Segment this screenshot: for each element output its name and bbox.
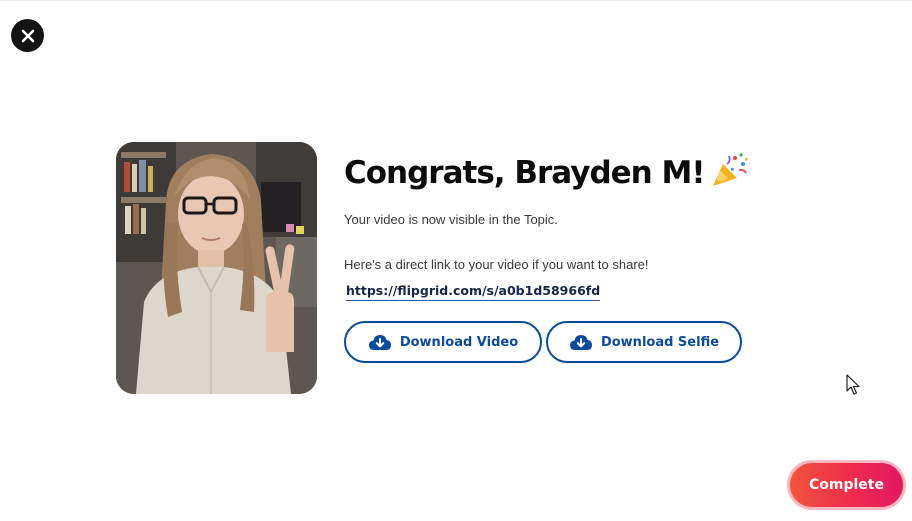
- congrats-screen: Congrats, Brayden M! Your video is now v…: [0, 0, 912, 521]
- congrats-heading: Congrats, Brayden M!: [344, 153, 749, 191]
- close-icon: [21, 29, 34, 42]
- selfie-thumbnail: [116, 142, 317, 394]
- top-divider: [0, 0, 912, 1]
- close-button[interactable]: [11, 19, 44, 52]
- share-link[interactable]: https://flipgrid.com/s/a0b1d58966fd: [346, 283, 601, 301]
- cloud-download-icon: [569, 334, 592, 350]
- mouse-cursor-icon: [846, 374, 860, 395]
- download-video-button[interactable]: Download Video: [344, 321, 542, 363]
- visibility-status: Your video is now visible in the Topic.: [344, 212, 558, 227]
- complete-button[interactable]: Complete: [787, 460, 906, 510]
- download-video-label: Download Video: [399, 334, 519, 350]
- party-popper-icon: [712, 153, 748, 186]
- page-title: Congrats, Brayden M!: [344, 155, 706, 191]
- download-selfie-button[interactable]: Download Selfie: [546, 321, 742, 363]
- download-selfie-label: Download Selfie: [600, 334, 720, 350]
- share-prompt: Here's a direct link to your video if yo…: [344, 257, 649, 272]
- cloud-download-icon: [368, 334, 391, 350]
- complete-label: Complete: [809, 477, 884, 493]
